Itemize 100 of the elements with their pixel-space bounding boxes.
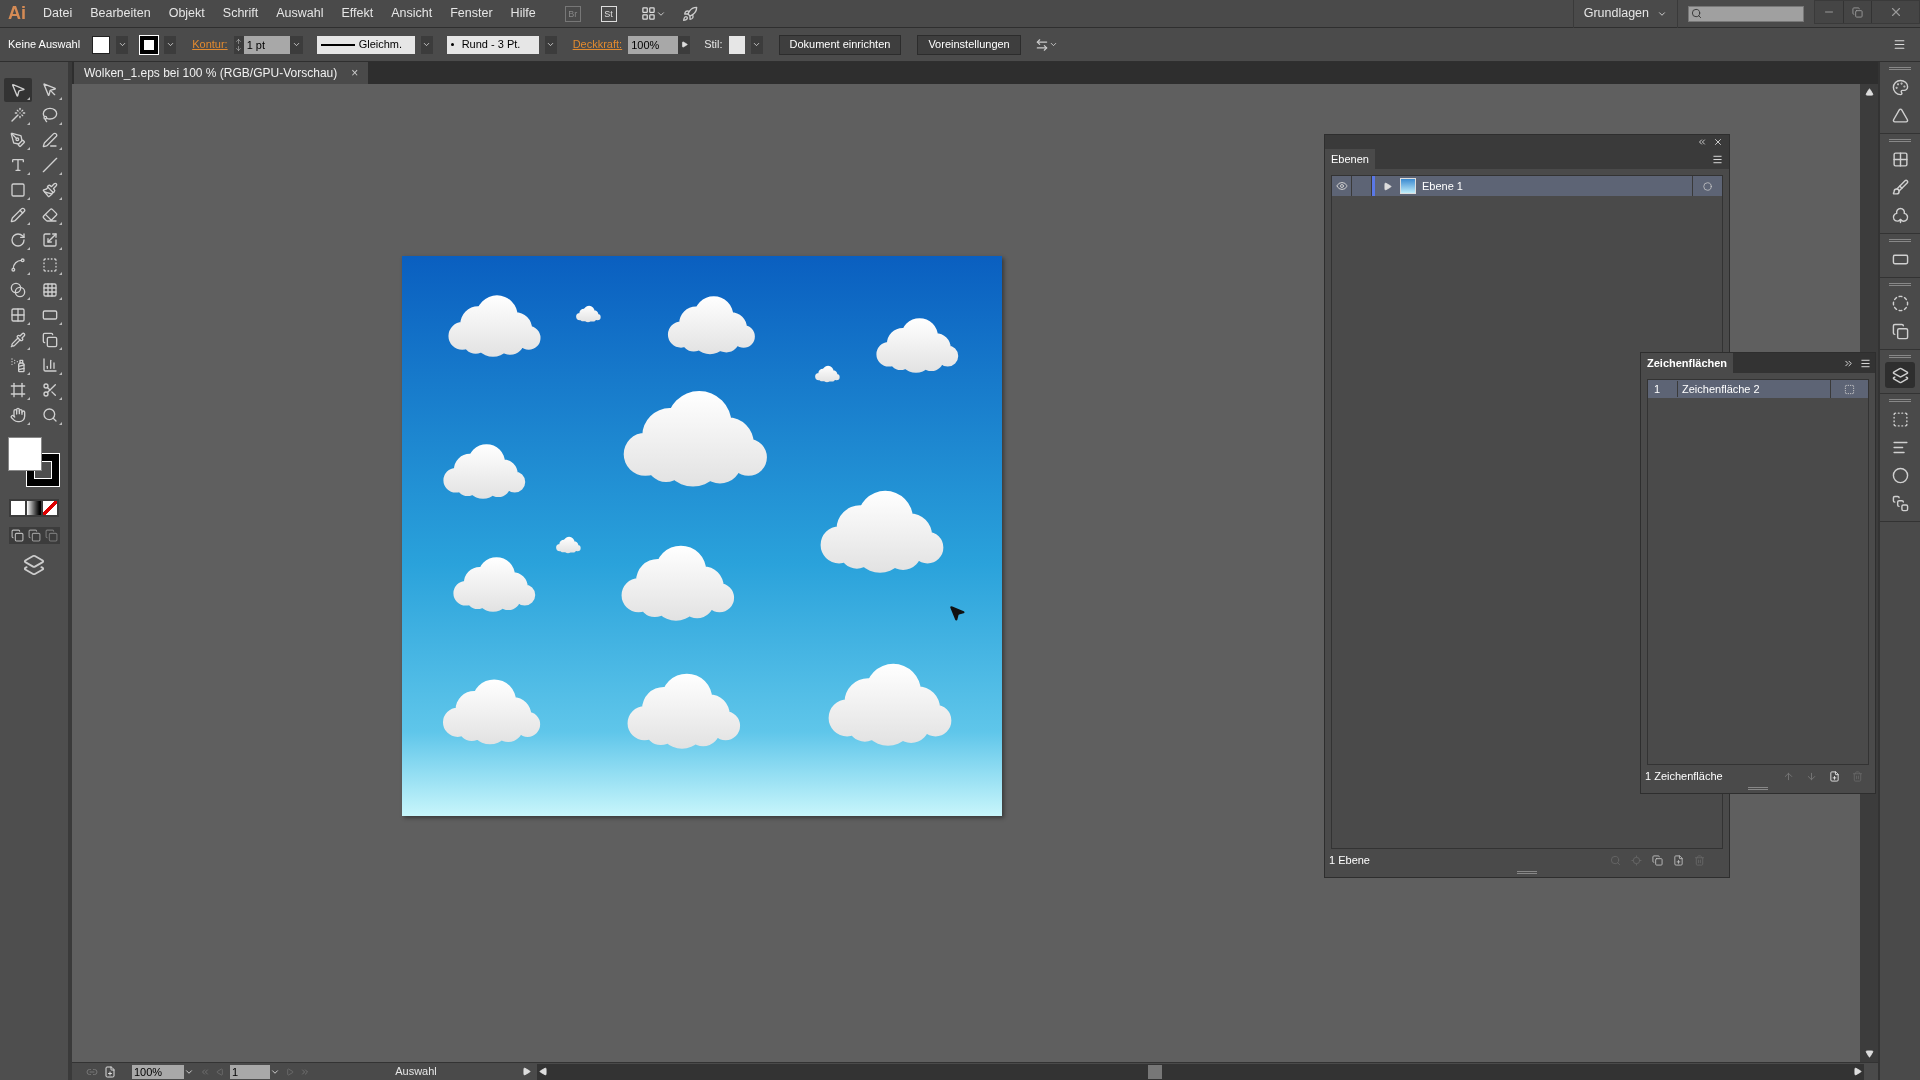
menu-item[interactable]: Fenster: [441, 4, 502, 23]
dock-button[interactable]: [1885, 362, 1915, 388]
panel-menu-icon[interactable]: [1712, 154, 1723, 165]
wand-icon: [10, 107, 26, 123]
stroke-weight-field[interactable]: 1 pt: [233, 35, 303, 54]
stroke-style-dropdown[interactable]: Gleichm.: [316, 35, 415, 54]
palette-icon: [1891, 78, 1909, 96]
zoom-field[interactable]: 100%: [132, 1064, 194, 1079]
triangle-icon: [1891, 106, 1909, 124]
scroll-down-icon[interactable]: [1864, 1049, 1874, 1058]
pen-icon: [10, 132, 26, 148]
panel-menu-icon[interactable]: [1860, 358, 1871, 369]
swatches-icon: [1891, 150, 1909, 168]
export-icon[interactable]: [104, 1065, 116, 1078]
draw-mode-icon[interactable]: [27, 529, 41, 542]
document-title: Wolken_1.eps bei 100 % (RGB/GPU-Vorschau): [84, 65, 338, 82]
menu-item[interactable]: Ansicht: [382, 4, 442, 23]
dashed-square-icon: [42, 257, 58, 273]
menu-item[interactable]: Schrift: [213, 4, 268, 23]
caret-icon: [422, 40, 432, 49]
spline-icon: [10, 257, 26, 273]
color-mode-button[interactable]: [11, 501, 25, 515]
scroll-right-icon[interactable]: [1853, 1067, 1862, 1076]
artboard-number: 1: [1648, 380, 1678, 398]
panel-tab[interactable]: Zeichenflächen: [1641, 353, 1734, 373]
arrange-icon[interactable]: [1034, 37, 1058, 52]
expand-triangle-icon[interactable]: [1383, 181, 1392, 191]
spray-can-icon: [10, 357, 26, 373]
draw-mode-icon[interactable]: [10, 529, 24, 542]
slider-button[interactable]: [678, 35, 691, 54]
stroke-swatch[interactable]: [140, 35, 159, 54]
target-icon[interactable]: [1703, 181, 1712, 191]
cursor-icon: [948, 604, 966, 622]
style-label: Stil:: [704, 37, 723, 53]
document-tab[interactable]: Wolken_1.eps bei 100 % (RGB/GPU-Vorschau) ×: [74, 62, 369, 84]
tool-button[interactable]: [4, 78, 32, 102]
line-icon: [42, 157, 58, 173]
layer-count: 1 Ebene: [1329, 852, 1371, 868]
stepper-icon[interactable]: [233, 37, 244, 52]
hand-icon: [10, 407, 26, 423]
artboard-name: Zeichenfläche 2: [1681, 381, 1761, 397]
scroll-left-icon[interactable]: [539, 1067, 548, 1076]
search-field[interactable]: [1688, 5, 1804, 22]
lasso-icon: [42, 107, 58, 123]
scale-icon: [42, 232, 58, 248]
opacity-field[interactable]: 100%: [628, 35, 691, 54]
rocket-icon[interactable]: [681, 5, 698, 22]
menu-item[interactable]: Datei: [34, 4, 82, 23]
workspace-switcher[interactable]: Grundlagen: [1572, 0, 1678, 28]
menu-item[interactable]: Hilfe: [501, 4, 545, 23]
arrow-pointer-icon: [10, 82, 26, 98]
menu-arrow-icon[interactable]: [522, 1067, 531, 1076]
control-button[interactable]: Voreinstellungen: [917, 34, 1021, 55]
control-button[interactable]: Dokument einrichten: [778, 34, 902, 55]
close-icon[interactable]: [1713, 137, 1723, 147]
draw-mode-icon[interactable]: [44, 529, 58, 542]
fill-color-swatch[interactable]: [8, 437, 42, 471]
menu-item[interactable]: Auswahl: [267, 4, 333, 23]
new-layer-icon[interactable]: [1673, 854, 1684, 866]
brush-icon: [1891, 178, 1909, 196]
scissors-icon: [42, 382, 58, 398]
artboard-options-icon[interactable]: [1844, 383, 1855, 395]
artboard-field[interactable]: 1: [230, 1064, 280, 1079]
layer-row[interactable]: Ebene 1: [1332, 176, 1722, 196]
arrange-documents-icon[interactable]: [640, 6, 666, 21]
stock-button[interactable]: St: [600, 5, 617, 22]
eye-icon[interactable]: [1335, 180, 1348, 192]
style-swatch[interactable]: [728, 35, 745, 54]
caret-icon[interactable]: [291, 40, 301, 49]
menu-item[interactable]: Objekt: [159, 4, 214, 23]
dashed-square-icon: [1891, 410, 1909, 428]
fill-swatch[interactable]: [92, 35, 111, 54]
menu-item[interactable]: Effekt: [332, 4, 383, 23]
artboard-row[interactable]: 1 Zeichenfläche 2: [1648, 380, 1868, 398]
pen-line-icon: [42, 132, 58, 148]
app-logo: Ai: [7, 2, 27, 25]
panel-tab[interactable]: Ebenen: [1325, 149, 1375, 169]
sublayer-icon[interactable]: [1652, 854, 1663, 866]
new-artboard-icon[interactable]: [1829, 770, 1840, 782]
collapse-icon[interactable]: [1697, 137, 1707, 147]
pipette-icon: [10, 332, 26, 348]
close-tab-button[interactable]: ×: [351, 64, 359, 82]
caret-icon: [752, 40, 761, 49]
frame-icon: [10, 382, 26, 398]
copy-icon: [42, 332, 58, 348]
gradient-mode-button[interactable]: [27, 501, 41, 515]
caret-icon: [546, 40, 556, 49]
current-tool-label[interactable]: Auswahl: [316, 1063, 516, 1080]
scroll-up-icon[interactable]: [1864, 88, 1874, 97]
brush-dropdown[interactable]: Rund - 3 Pt.: [446, 35, 539, 54]
screen-mode-icon[interactable]: [23, 554, 45, 576]
menu-item[interactable]: Bearbeiten: [81, 4, 160, 23]
horizontal-scrollbar[interactable]: [537, 1063, 1864, 1080]
none-mode-button[interactable]: [43, 501, 57, 515]
expand-icon[interactable]: [1843, 358, 1854, 369]
scroll-thumb[interactable]: [1148, 1064, 1162, 1079]
blend-icon: [10, 282, 26, 298]
stroke-weight-value: 1 pt: [243, 35, 290, 54]
panel-menu-icon[interactable]: [1893, 38, 1906, 51]
mesh-icon: [10, 307, 26, 323]
